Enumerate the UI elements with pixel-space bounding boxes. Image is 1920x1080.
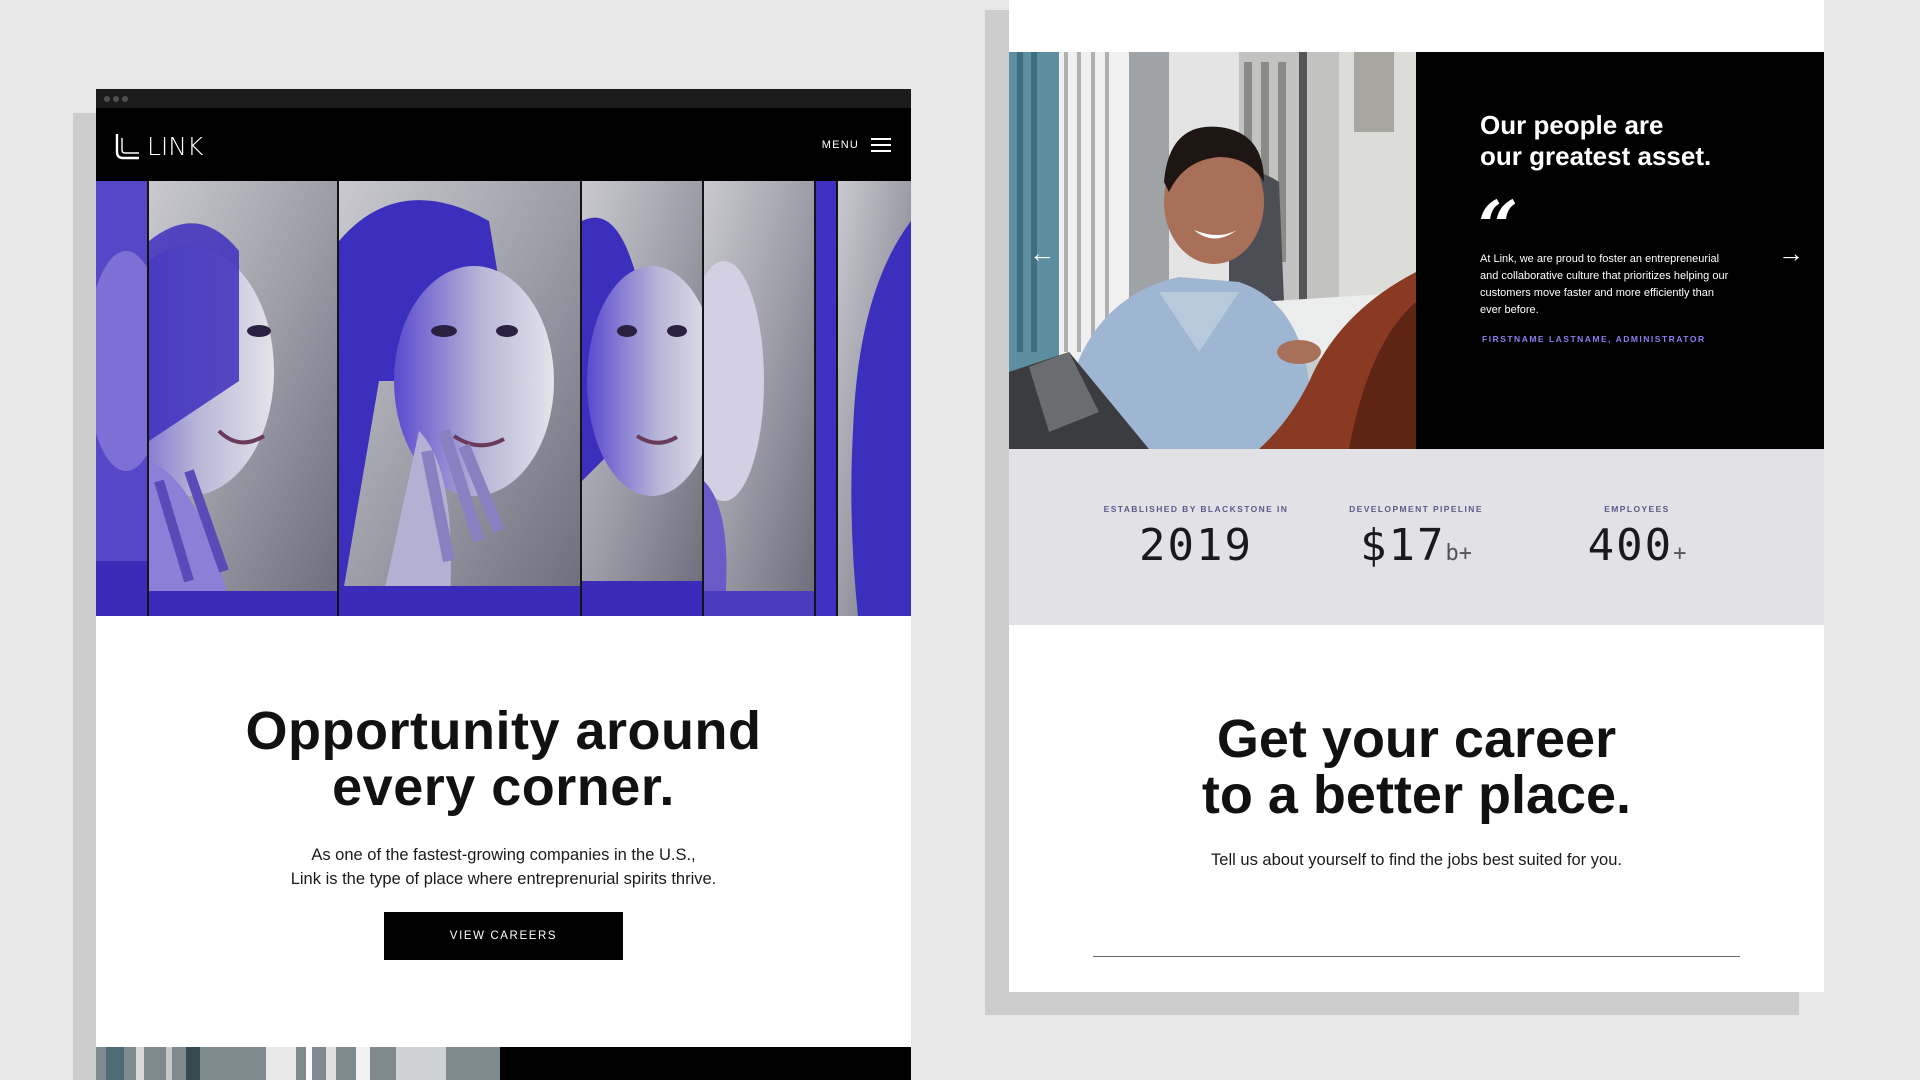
window-dot-icon (104, 96, 110, 102)
window-dot-icon (113, 96, 119, 102)
intro-line: As one of the fastest-growing companies … (311, 846, 696, 864)
left-browser-window: LINK MENU Opportunity around every corne… (96, 89, 911, 1080)
hero-slice (582, 181, 702, 616)
hero-divider (147, 181, 149, 616)
hero-slice (704, 181, 814, 616)
hero-slice (96, 181, 148, 616)
view-careers-button[interactable]: VIEW CAREERS (384, 912, 623, 960)
arrow-left-icon[interactable]: ← (1029, 240, 1055, 266)
stat-value: 400+ (1587, 520, 1687, 571)
stat-label: EMPLOYEES (1604, 504, 1670, 514)
hero-image (96, 181, 911, 616)
stat-value: 2019 (1139, 520, 1253, 571)
title-line: our greatest asset. (1480, 141, 1712, 171)
stat-label: ESTABLISHED BY BLACKSTONE IN (1103, 504, 1289, 514)
intro-section (96, 616, 911, 1036)
hero-slice (339, 181, 580, 616)
hero-slice (838, 181, 911, 616)
career-input-line[interactable] (1093, 956, 1740, 957)
brand-name: LINK (147, 131, 204, 161)
stats-band: ESTABLISHED BY BLACKSTONE IN 2019 DEVELO… (1009, 449, 1824, 625)
headline-line: Opportunity around (245, 701, 762, 761)
stat-value: $17b+ (1360, 520, 1472, 571)
hero-slice (149, 181, 337, 616)
menu-button[interactable]: MENU (822, 137, 891, 153)
arrow-right-icon[interactable]: → (1778, 240, 1804, 266)
link-logo[interactable]: LINK (115, 131, 203, 161)
hero-divider (702, 181, 704, 616)
browser-chrome-bar (96, 89, 911, 108)
stat-employees: EMPLOYEES 400+ (1527, 504, 1747, 578)
page-title: Opportunity around every corner. (96, 703, 911, 815)
right-browser-window: ← Our people are our greatest asset. “ A… (1009, 0, 1824, 992)
site-header: LINK MENU (96, 108, 911, 181)
headline-line: every corner. (332, 757, 675, 817)
hero-slice (816, 181, 836, 616)
hero-divider (814, 181, 816, 616)
intro-text: As one of the fastest-growing companies … (96, 843, 911, 891)
hero-divider (337, 181, 339, 616)
hero-divider (580, 181, 582, 616)
hamburger-icon (871, 137, 891, 153)
headline-line: to a better place. (1201, 765, 1632, 825)
career-subtext: Tell us about yourself to find the jobs … (1211, 851, 1622, 869)
link-logo-icon (115, 134, 139, 160)
employee-photo (1009, 52, 1416, 449)
headline-line: Get your career (1216, 709, 1617, 769)
title-line: Our people are (1480, 110, 1664, 140)
next-section-preview (96, 1047, 911, 1080)
testimonial-title: Our people are our greatest asset. (1480, 110, 1780, 172)
testimonial-quote: At Link, we are proud to foster an entre… (1480, 253, 1729, 316)
stat-label: DEVELOPMENT PIPELINE (1349, 504, 1483, 514)
testimonial-panel: Our people are our greatest asset. “ At … (1416, 52, 1824, 449)
stat-established: ESTABLISHED BY BLACKSTONE IN 2019 (1086, 504, 1306, 578)
menu-label: MENU (821, 139, 859, 151)
intro-line: Link is the type of place where entrepre… (290, 870, 717, 888)
hero-divider (836, 181, 838, 616)
window-dot-icon (122, 96, 128, 102)
career-headline: Get your career to a better place. (1009, 711, 1824, 823)
testimonial-author: FIRSTNAME LASTNAME, ADMINISTRATOR (1482, 334, 1706, 344)
stat-pipeline: DEVELOPMENT PIPELINE $17b+ (1306, 504, 1526, 578)
